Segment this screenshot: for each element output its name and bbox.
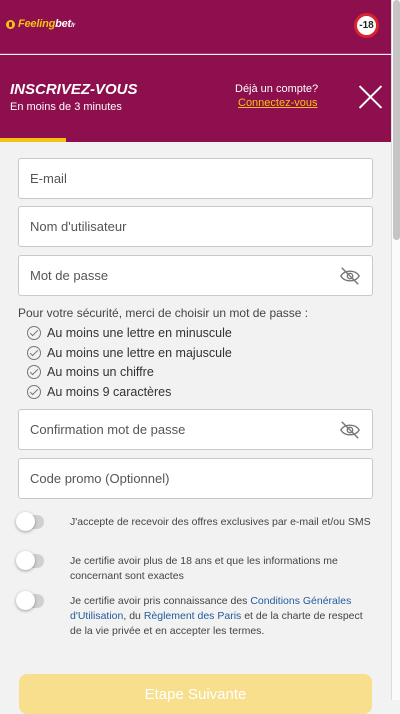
check-circle-icon [27,385,41,399]
already-account-text: Déjà un compte? [235,83,319,95]
promo-code-field[interactable]: Code promo (Optionnel) [18,458,373,499]
username-field[interactable]: Nom d'utilisateur [18,206,373,247]
check-circle-icon [27,365,41,379]
signup-subtitle: En moins de 3 minutes [10,101,122,113]
email-field[interactable]: E-mail [18,158,373,199]
offers-consent-text: J'accepte de recevoir des offres exclusi… [70,516,371,528]
offers-toggle[interactable] [16,512,44,531]
scrollbar[interactable] [391,0,400,700]
eye-slash-icon[interactable] [339,419,361,441]
terms-consent-text: Je certifie avoir pris connaissance des … [70,595,363,637]
top-bar: Feelingbetfr -18 [0,0,391,54]
password-rule: Au moins une lettre en minuscule [27,326,232,340]
password-rule: Au moins une lettre en majuscule [27,346,232,360]
password-rules-title: Pour votre sécurité, merci de choisir un… [18,306,309,320]
age-toggle[interactable] [16,551,44,570]
betting-rules-link[interactable]: Règlement des Paris [144,610,241,622]
toggle-knob [16,512,35,531]
signup-form: E-mail Nom d'utilisateur Mot de passe Po… [0,142,391,714]
page-title: INSCRIVEZ-VOUS [10,81,138,98]
logo-icon [6,19,15,29]
signup-header: INSCRIVEZ-VOUS En moins de 3 minutes Déj… [0,55,391,141]
password-rule: Au moins un chiffre [27,365,154,379]
age-consent-text: Je certifie avoir plus de 18 ans et que … [70,555,338,582]
age-restriction-badge: -18 [354,13,379,38]
eye-slash-icon[interactable] [339,265,361,287]
feelingbet-logo[interactable]: Feelingbetfr [6,18,75,30]
check-circle-icon [27,326,41,340]
close-icon[interactable] [357,84,383,110]
terms-toggle[interactable] [16,591,44,610]
confirm-password-field[interactable]: Confirmation mot de passe [18,409,373,450]
next-step-button[interactable]: Etape Suivante [19,674,372,714]
password-rule: Au moins 9 caractères [27,385,171,399]
login-link[interactable]: Connectez-vous [238,97,318,109]
password-field[interactable]: Mot de passe [18,255,373,296]
scrollbar-thumb[interactable] [393,0,400,240]
toggle-knob [16,591,35,610]
check-circle-icon [27,346,41,360]
toggle-knob [16,551,35,570]
logo-text: Feelingbetfr [18,18,75,30]
